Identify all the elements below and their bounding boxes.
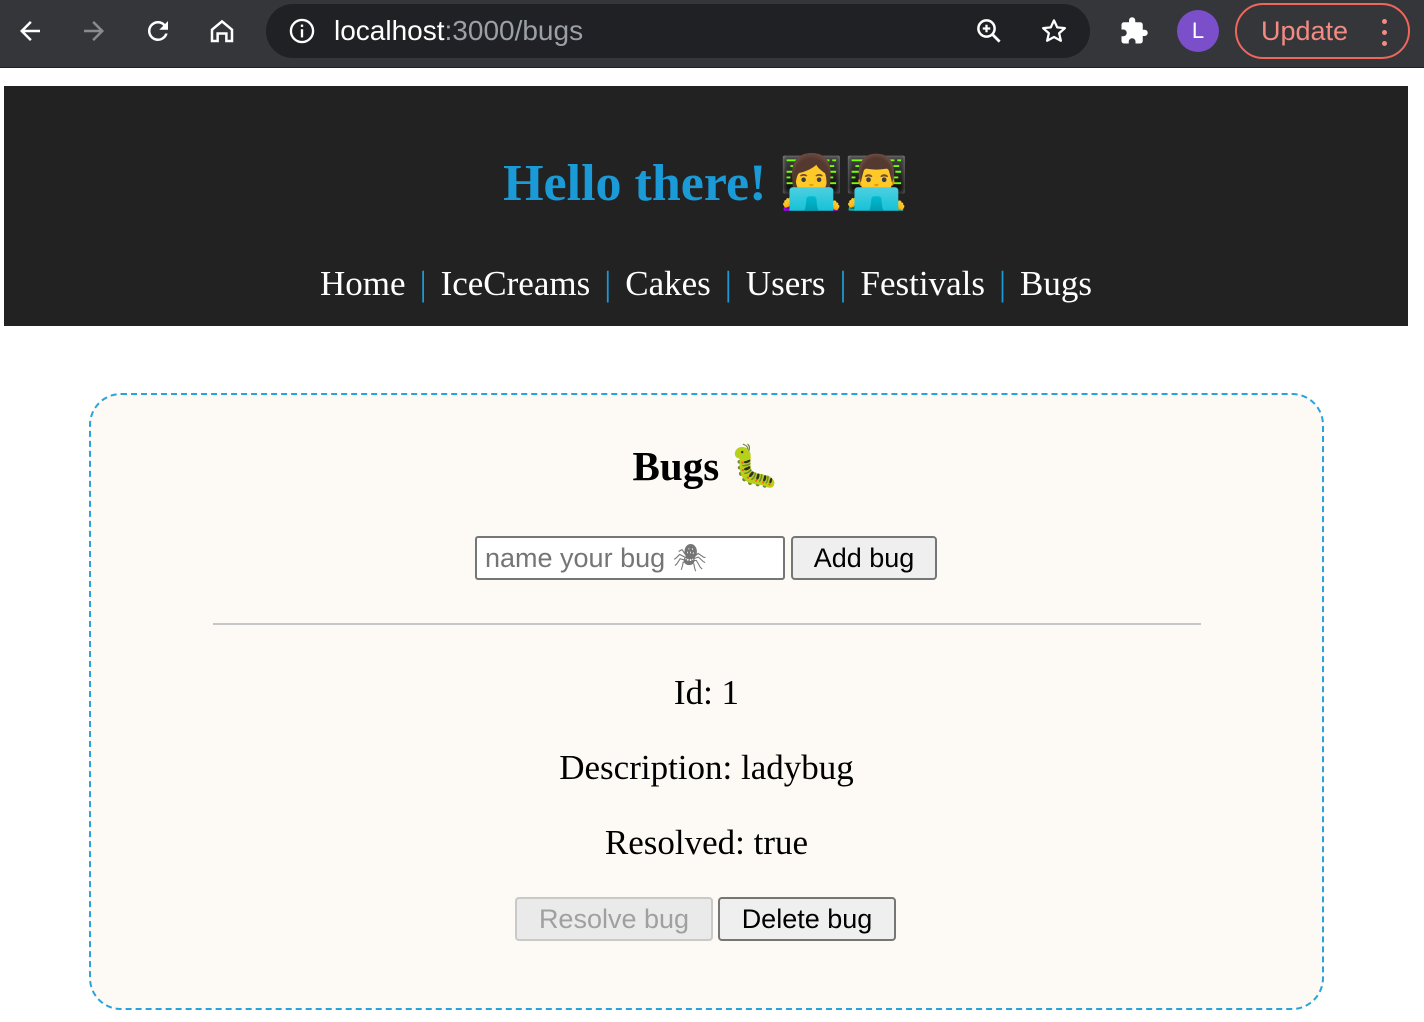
site-header: Hello there! 👩‍💻👨‍💻 Home | IceCreams | Cakes… — [4, 86, 1408, 326]
bug-description: Description: ladybug — [559, 748, 854, 787]
reload-icon[interactable] — [139, 12, 177, 50]
bugs-card: Bugs 🐛 Add bug Id: 1 Description: ladybu… — [89, 393, 1324, 1010]
nav-separator: | — [419, 264, 427, 303]
nav-separator: | — [839, 264, 847, 303]
nav-link-bugs[interactable]: Bugs — [1020, 264, 1092, 303]
delete-bug-button[interactable]: Delete bug — [718, 897, 896, 941]
bugs-heading: Bugs 🐛 — [632, 443, 781, 489]
main-nav: Home | IceCreams | Cakes | Users | Festivals | Bug… — [4, 259, 1408, 309]
nav-link-icecreams[interactable]: IceCreams — [441, 264, 591, 303]
back-arrow-icon[interactable] — [11, 12, 49, 50]
bug-actions: Resolve bug Delete bug — [515, 897, 896, 941]
bug-name-input[interactable] — [475, 536, 785, 580]
nav-separator: | — [724, 264, 732, 303]
address-bar[interactable]: localhost:3000/bugs — [266, 4, 1090, 58]
divider — [213, 623, 1201, 625]
bug-resolved: Resolved: true — [604, 823, 809, 862]
bookmark-star-icon[interactable] — [1035, 12, 1073, 50]
extensions-puzzle-icon[interactable] — [1115, 12, 1153, 50]
profile-avatar[interactable]: L — [1177, 10, 1219, 52]
resolve-bug-button[interactable]: Resolve bug — [515, 897, 713, 941]
page-title: Hello there! 👩‍💻👨‍💻 — [503, 155, 909, 212]
forward-arrow-icon[interactable] — [75, 12, 113, 50]
update-label: Update — [1261, 15, 1349, 46]
url-host: localhost — [334, 15, 445, 46]
add-bug-form: Add bug — [475, 536, 937, 580]
nav-link-cakes[interactable]: Cakes — [625, 264, 711, 303]
update-button[interactable]: Update — [1235, 3, 1410, 59]
browser-toolbar: localhost:3000/bugs L Update — [0, 0, 1424, 68]
nav-link-users[interactable]: Users — [746, 264, 826, 303]
nav-link-festivals[interactable]: Festivals — [861, 264, 985, 303]
nav-separator: | — [998, 264, 1006, 303]
home-icon[interactable] — [203, 12, 241, 50]
url-text: localhost:3000/bugs — [334, 16, 583, 46]
site-info-icon[interactable] — [283, 12, 321, 50]
nav-link-home[interactable]: Home — [320, 264, 406, 303]
add-bug-button[interactable]: Add bug — [791, 536, 937, 580]
zoom-icon[interactable] — [970, 12, 1008, 50]
profile-initial: L — [1191, 18, 1205, 43]
bug-id: Id: 1 — [673, 673, 740, 712]
url-path: :3000/bugs — [444, 15, 584, 46]
nav-separator: | — [604, 264, 612, 303]
more-dots-icon — [1382, 19, 1388, 47]
